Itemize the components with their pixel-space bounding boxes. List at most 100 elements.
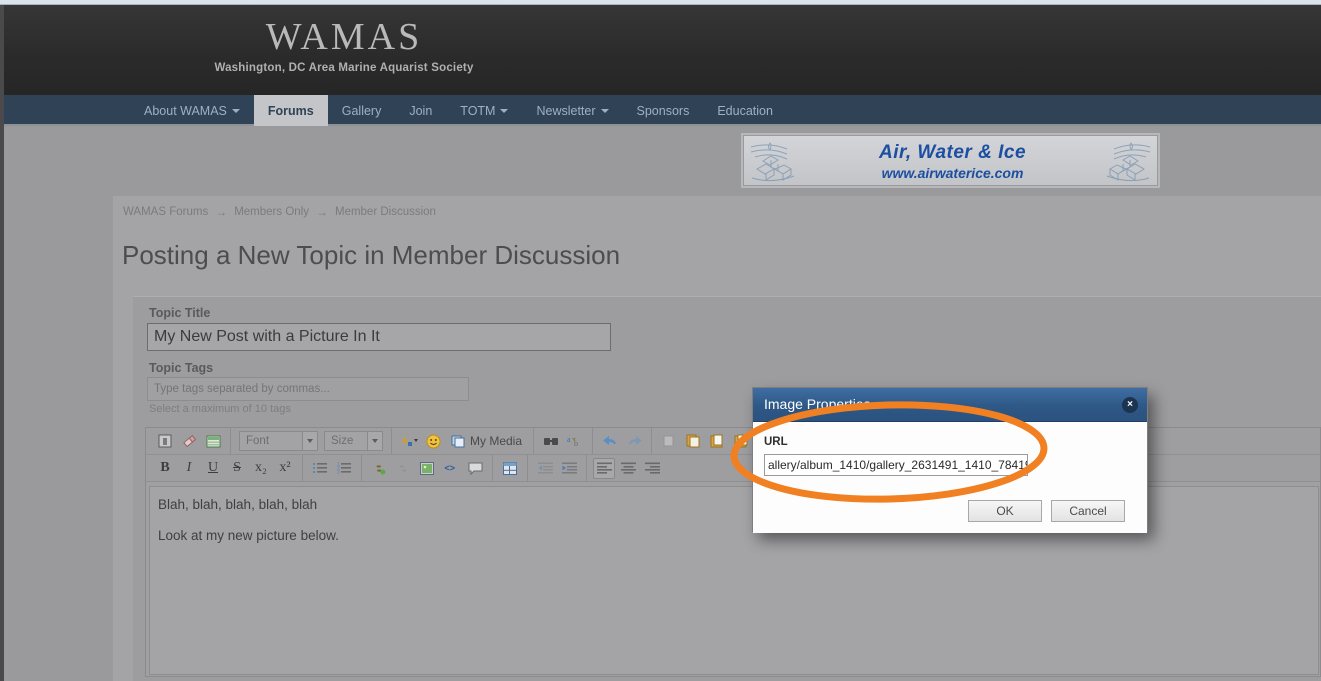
chevron-down-icon xyxy=(500,108,509,113)
tb-group-history xyxy=(592,427,651,455)
numbered-list-button[interactable]: 123 xyxy=(333,458,355,479)
size-select[interactable]: Size xyxy=(324,431,383,451)
nav-item-label: Sponsors xyxy=(636,103,690,118)
breadcrumb-item[interactable]: Member Discussion xyxy=(335,206,436,218)
svg-text:3: 3 xyxy=(337,470,340,474)
breadcrumb-separator: → xyxy=(215,205,228,219)
copy-icon[interactable] xyxy=(682,431,704,452)
tb-group-links: <> xyxy=(361,454,492,482)
svg-text:W: W xyxy=(740,439,746,445)
undo-icon[interactable] xyxy=(599,431,621,452)
bullet-list-button[interactable] xyxy=(309,458,331,479)
paste-word-icon[interactable]: W xyxy=(730,431,752,452)
topic-title-label: Topic Title xyxy=(149,306,211,320)
topic-tags-label: Topic Tags xyxy=(149,361,214,375)
url-label: URL xyxy=(764,436,788,448)
tb-group-align xyxy=(586,454,669,482)
nav-item-label: Education xyxy=(717,103,773,118)
font-select-label: Font xyxy=(246,435,270,447)
svg-text:b: b xyxy=(574,439,578,448)
table-button[interactable] xyxy=(499,458,521,479)
close-icon[interactable]: × xyxy=(1122,397,1138,413)
tb-group-insert: A My Media xyxy=(391,427,533,455)
tb-group-find: ab xyxy=(533,427,592,455)
tb-group-document xyxy=(148,428,230,455)
link-button[interactable] xyxy=(368,458,390,479)
ok-button[interactable]: OK xyxy=(968,500,1042,522)
superscript-button[interactable]: x² xyxy=(274,458,296,479)
underline-button[interactable]: U xyxy=(202,458,224,479)
svg-text:a: a xyxy=(567,435,571,444)
topic-tags-input[interactable] xyxy=(147,377,469,401)
nav-item-forums[interactable]: Forums xyxy=(253,95,328,126)
ad-headline: Air, Water & Ice xyxy=(878,142,1027,163)
text-color-icon[interactable]: A xyxy=(398,431,420,452)
tb-group-lists: 123 xyxy=(302,454,361,482)
nav-item-label: Gallery xyxy=(341,103,382,118)
screen: WAMAS Washington, DC Area Marine Aquaris… xyxy=(0,0,1321,681)
outdent-button[interactable] xyxy=(534,458,556,479)
svg-text:A: A xyxy=(401,436,409,447)
font-select[interactable]: Font xyxy=(239,431,318,451)
page-title: Posting a New Topic in Member Discussion xyxy=(122,240,621,270)
nav-item-label: Join xyxy=(409,103,433,118)
nav-item-totm[interactable]: TOTM xyxy=(446,95,522,126)
replace-icon[interactable]: ab xyxy=(564,431,586,452)
svg-text:<>: <> xyxy=(445,463,456,473)
eraser-icon[interactable] xyxy=(178,431,200,452)
nav-item-label: TOTM xyxy=(460,103,496,118)
indent-button[interactable] xyxy=(558,458,580,479)
breadcrumb-separator: → xyxy=(315,205,328,219)
site-brand[interactable]: WAMAS Washington, DC Area Marine Aquaris… xyxy=(174,18,514,74)
image-properties-dialog: Image Properties × URL allery/album_1410… xyxy=(752,387,1148,533)
source-code-button[interactable]: <> xyxy=(440,458,462,479)
nav-item-label: Newsletter xyxy=(536,103,596,118)
nav-item-education[interactable]: Education xyxy=(703,95,787,126)
templates-icon[interactable] xyxy=(202,431,224,452)
topic-tags-hint: Select a maximum of 10 tags xyxy=(149,403,291,415)
unlink-button[interactable] xyxy=(392,458,414,479)
brand-title: WAMAS xyxy=(265,16,423,58)
ad-banner-airwaterice[interactable]: Air, Water & Ice www.airwaterice.com xyxy=(741,133,1160,188)
site-header: WAMAS Washington, DC Area Marine Aquaris… xyxy=(4,5,1321,95)
chevron-down-icon[interactable] xyxy=(302,432,317,450)
chevron-down-icon xyxy=(231,108,240,113)
nav-item-newsletter[interactable]: Newsletter xyxy=(522,95,622,126)
find-icon[interactable] xyxy=(540,431,562,452)
bold-button[interactable]: B xyxy=(154,458,176,479)
smiley-icon[interactable] xyxy=(422,431,444,452)
my-media-button[interactable]: My Media xyxy=(445,431,528,452)
url-input[interactable]: allery/album_1410/gallery_2631491_1410_7… xyxy=(764,454,1028,476)
nav-items: About WAMAS Forums Gallery Join TOTM Newslett… xyxy=(130,95,787,126)
paste-icon[interactable] xyxy=(706,431,728,452)
italic-button[interactable]: I xyxy=(178,458,200,479)
topic-title-input[interactable] xyxy=(147,323,611,351)
breadcrumb-item[interactable]: Members Only xyxy=(234,206,309,218)
tb-group-indent xyxy=(527,454,586,482)
nav-item-about-wamas[interactable]: About WAMAS xyxy=(130,95,254,126)
cancel-button[interactable]: Cancel xyxy=(1051,500,1125,522)
nav-item-sponsors[interactable]: Sponsors xyxy=(623,95,704,126)
nav-item-gallery[interactable]: Gallery xyxy=(328,95,396,126)
source-icon[interactable] xyxy=(154,431,176,452)
tb-group-formatting: B I U S x₂ x² xyxy=(148,455,302,482)
subscript-button[interactable]: x₂ xyxy=(250,458,272,479)
nav-item-label: Forums xyxy=(267,103,314,118)
quote-button[interactable] xyxy=(464,458,486,479)
image-button[interactable] xyxy=(416,458,438,479)
dialog-title-bar: Image Properties × xyxy=(753,388,1147,422)
brand-subtitle: Washington, DC Area Marine Aquarist Soci… xyxy=(214,62,474,74)
nav-item-join[interactable]: Join xyxy=(395,95,446,126)
align-left-button[interactable] xyxy=(593,457,615,479)
dialog-body: URL allery/album_1410/gallery_2631491_14… xyxy=(753,422,1147,533)
tb-group-fontsize: Font Size xyxy=(230,427,391,455)
ad-text: Air, Water & Ice www.airwaterice.com xyxy=(743,142,1158,181)
strikethrough-button[interactable]: S xyxy=(226,458,248,479)
align-right-button[interactable] xyxy=(641,458,663,479)
chevron-down-icon[interactable] xyxy=(367,432,382,450)
dialog-title: Image Properties xyxy=(764,396,871,412)
breadcrumb-item[interactable]: WAMAS Forums xyxy=(123,206,208,218)
cut-icon[interactable] xyxy=(658,431,680,452)
align-center-button[interactable] xyxy=(617,458,639,479)
redo-icon[interactable] xyxy=(623,431,645,452)
